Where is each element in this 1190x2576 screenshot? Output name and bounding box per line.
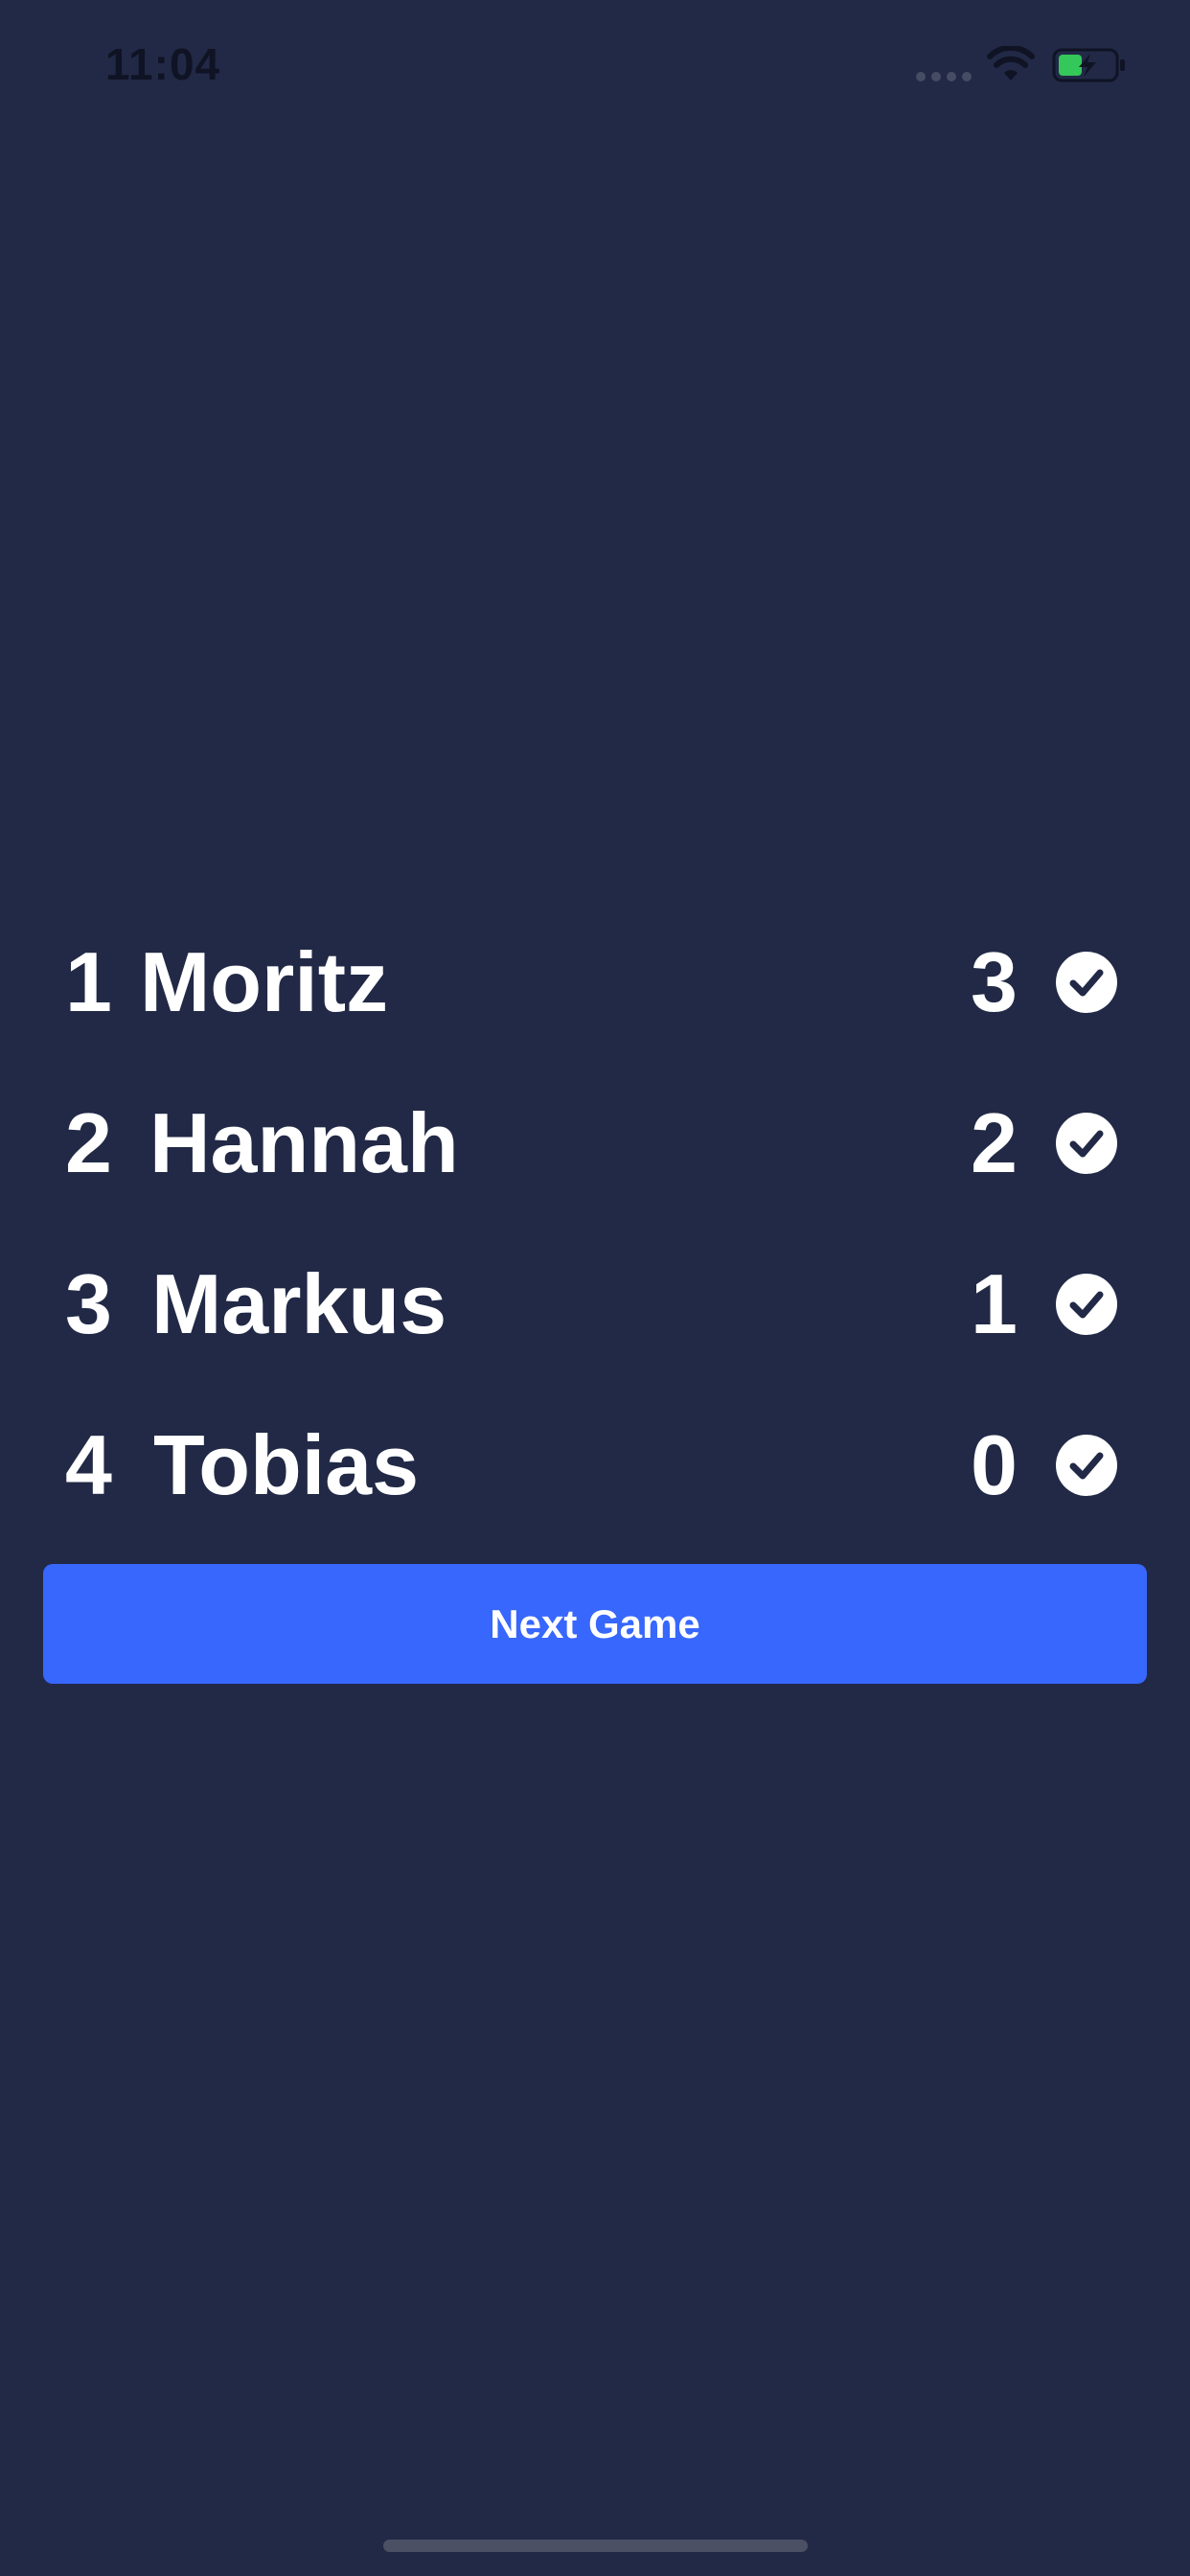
player-points: 2 [971, 1095, 1018, 1190]
player-points: 0 [971, 1417, 1018, 1512]
status-bar: 11:04 [0, 0, 1190, 126]
home-indicator[interactable] [383, 2540, 808, 2552]
rank-number: 1 [65, 934, 112, 1029]
player-points: 1 [971, 1256, 1018, 1351]
check-circle-icon[interactable] [1056, 952, 1117, 1013]
next-game-button[interactable]: Next Game [43, 1564, 1147, 1684]
player-name: Moritz [140, 934, 389, 1029]
check-circle-icon[interactable] [1056, 1435, 1117, 1496]
player-points: 3 [971, 934, 1018, 1029]
player-name: Markus [151, 1256, 447, 1351]
check-circle-icon[interactable] [1056, 1274, 1117, 1335]
score-row-3: 3 Markus 1 [0, 1242, 1190, 1367]
score-row-2: 2 Hannah 2 [0, 1081, 1190, 1206]
rank-number: 2 [65, 1095, 112, 1190]
rank-number: 4 [65, 1417, 112, 1512]
signal-dots-icon [916, 72, 972, 81]
score-row-1: 1 Moritz 3 [0, 920, 1190, 1045]
check-circle-icon[interactable] [1056, 1113, 1117, 1174]
wifi-icon [987, 46, 1035, 80]
battery-charging-icon [1052, 48, 1125, 82]
player-name: Tobias [153, 1417, 420, 1512]
score-row-4: 4 Tobias 0 [0, 1403, 1190, 1528]
status-time: 11:04 [105, 39, 221, 89]
player-name: Hannah [149, 1095, 459, 1190]
rank-number: 3 [65, 1256, 112, 1351]
